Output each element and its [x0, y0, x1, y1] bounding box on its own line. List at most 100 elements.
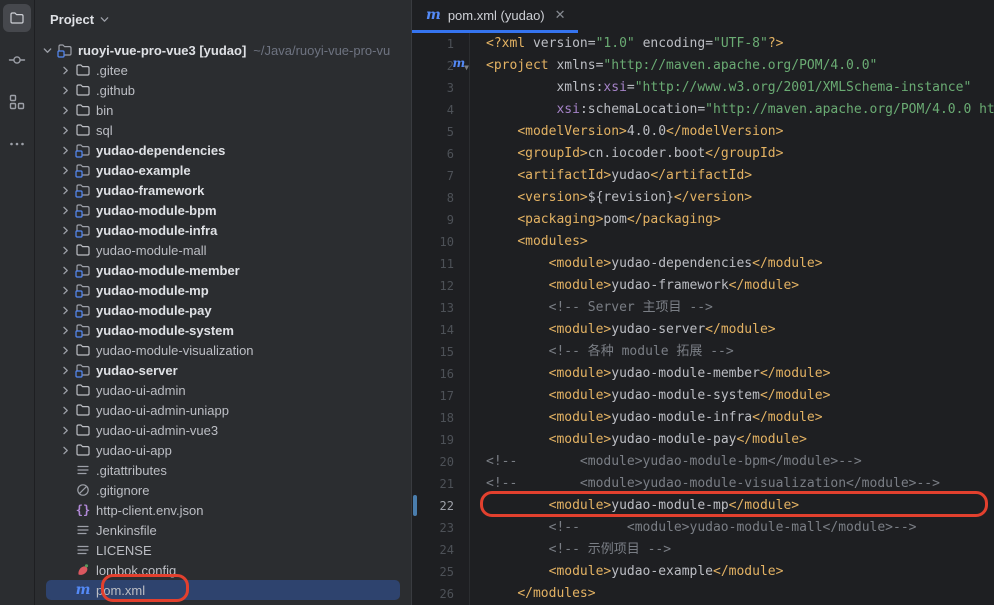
code-text[interactable]: <project xmlns="http://maven.apache.org/… — [470, 55, 877, 77]
line-number[interactable]: 24 — [412, 539, 470, 561]
close-icon[interactable]: ✕ — [555, 7, 566, 23]
line-number[interactable]: 1 — [412, 33, 470, 55]
tree-item-gitee[interactable]: .gitee — [35, 60, 411, 80]
line-number[interactable]: 2m▼ — [412, 55, 470, 77]
line-number[interactable]: 12 — [412, 275, 470, 297]
line-number[interactable]: 20 — [412, 451, 470, 473]
tree-item-jenkinsfile[interactable]: Jenkinsfile — [35, 520, 411, 540]
tree-item-license[interactable]: LICENSE — [35, 540, 411, 560]
line-number[interactable]: 9 — [412, 209, 470, 231]
tree-item-yudao-server[interactable]: yudao-server — [35, 360, 411, 380]
code-text[interactable]: <!-- 各种 module 拓展 --> — [470, 341, 734, 363]
code-text[interactable]: xsi:schemaLocation="http://maven.apache.… — [470, 99, 994, 121]
code-text[interactable]: <!-- Server 主项目 --> — [470, 297, 713, 319]
line-number[interactable]: 11 — [412, 253, 470, 275]
code-text[interactable]: <module>yudao-dependencies</module> — [470, 253, 823, 275]
tree-item-http-client-env-json[interactable]: {}http-client.env.json — [35, 500, 411, 520]
chevron-right-icon[interactable] — [57, 305, 74, 316]
tree-item-yudao-example[interactable]: yudao-example — [35, 160, 411, 180]
line-number[interactable]: 7 — [412, 165, 470, 187]
tree-item-yudao-ui-admin-uniapp[interactable]: yudao-ui-admin-uniapp — [35, 400, 411, 420]
code-text[interactable]: <module>yudao-module-mp</module> — [470, 495, 799, 517]
code-text[interactable]: <module>yudao-framework</module> — [470, 275, 799, 297]
tree-item-readme-md[interactable]: README.md — [35, 600, 411, 605]
rail-button-structure[interactable] — [3, 88, 31, 116]
code-text[interactable]: <module>yudao-module-system</module> — [470, 385, 830, 407]
line-number[interactable]: 13 — [412, 297, 470, 319]
chevron-right-icon[interactable] — [57, 105, 74, 116]
tree-item-yudao-module-member[interactable]: yudao-module-member — [35, 260, 411, 280]
code-text[interactable]: <version>${revision}</version> — [470, 187, 752, 209]
code-text[interactable]: <module>yudao-example</module> — [470, 561, 783, 583]
tree-item-ruoyi-vue-pro-vue3-yudao[interactable]: ruoyi-vue-pro-vue3 [yudao]~/Java/ruoyi-v… — [35, 40, 411, 60]
chevron-right-icon[interactable] — [57, 225, 74, 236]
chevron-right-icon[interactable] — [57, 365, 74, 376]
code-text[interactable]: xmlns:xsi="http://www.w3.org/2001/XMLSch… — [470, 77, 971, 99]
chevron-right-icon[interactable] — [57, 265, 74, 276]
chevron-right-icon[interactable] — [57, 425, 74, 436]
tree-item-yudao-module-visualization[interactable]: yudao-module-visualization — [35, 340, 411, 360]
tree-item-sql[interactable]: sql — [35, 120, 411, 140]
code-text[interactable]: <module>yudao-module-member</module> — [470, 363, 830, 385]
line-number[interactable]: 10 — [412, 231, 470, 253]
code-text[interactable]: <module>yudao-module-infra</module> — [470, 407, 823, 429]
code-text[interactable]: <module>yudao-server</module> — [470, 319, 776, 341]
line-number[interactable]: 16 — [412, 363, 470, 385]
project-panel-header[interactable]: Project — [35, 0, 411, 38]
chevron-down-icon[interactable] — [39, 45, 56, 56]
maven-goto-icon[interactable]: m▼ — [452, 57, 469, 72]
chevron-right-icon[interactable] — [57, 385, 74, 396]
chevron-right-icon[interactable] — [57, 245, 74, 256]
rail-button-commit[interactable] — [3, 46, 31, 74]
code-text[interactable]: <!-- <module>yudao-module-mall</module>-… — [470, 517, 916, 539]
code-text[interactable]: <module>yudao-module-pay</module> — [470, 429, 807, 451]
code-text[interactable]: <!-- <module>yudao-module-bpm</module>--… — [470, 451, 862, 473]
line-number[interactable]: 17 — [412, 385, 470, 407]
code-text[interactable]: <packaging>pom</packaging> — [470, 209, 721, 231]
line-number[interactable]: 25 — [412, 561, 470, 583]
rail-button-more[interactable] — [3, 130, 31, 158]
line-number[interactable]: 19 — [412, 429, 470, 451]
tree-item-pom-xml[interactable]: mpom.xml — [35, 580, 411, 600]
tree-item-yudao-ui-admin-vue3[interactable]: yudao-ui-admin-vue3 — [35, 420, 411, 440]
tab-pom-xml[interactable]: m pom.xml (yudao) ✕ — [412, 0, 578, 33]
chevron-right-icon[interactable] — [57, 85, 74, 96]
line-number[interactable]: 8 — [412, 187, 470, 209]
code-text[interactable]: <artifactId>yudao</artifactId> — [470, 165, 752, 187]
code-text[interactable]: <!-- <module>yudao-module-visualization<… — [470, 473, 940, 495]
tree-item-github[interactable]: .github — [35, 80, 411, 100]
chevron-right-icon[interactable] — [57, 165, 74, 176]
line-number[interactable]: 21 — [412, 473, 470, 495]
tree-item-yudao-dependencies[interactable]: yudao-dependencies — [35, 140, 411, 160]
line-number[interactable]: 14 — [412, 319, 470, 341]
line-number[interactable]: 22 — [412, 495, 470, 517]
tree-item-yudao-module-system[interactable]: yudao-module-system — [35, 320, 411, 340]
tree-item-gitignore[interactable]: .gitignore — [35, 480, 411, 500]
code-text[interactable]: <modules> — [470, 231, 588, 253]
tree-item-yudao-ui-admin[interactable]: yudao-ui-admin — [35, 380, 411, 400]
line-number[interactable]: 4 — [412, 99, 470, 121]
tree-item-yudao-module-mp[interactable]: yudao-module-mp — [35, 280, 411, 300]
tree-item-yudao-framework[interactable]: yudao-framework — [35, 180, 411, 200]
tree-item-gitattributes[interactable]: .gitattributes — [35, 460, 411, 480]
code-text[interactable]: <!-- 示例项目 --> — [470, 539, 671, 561]
code-text[interactable]: <modelVersion>4.0.0</modelVersion> — [470, 121, 783, 143]
chevron-right-icon[interactable] — [57, 125, 74, 136]
code-text[interactable]: <groupId>cn.iocoder.boot</groupId> — [470, 143, 783, 165]
tree-item-lombok-config[interactable]: lombok.config — [35, 560, 411, 580]
line-number[interactable]: 5 — [412, 121, 470, 143]
line-number[interactable]: 15 — [412, 341, 470, 363]
chevron-right-icon[interactable] — [57, 205, 74, 216]
chevron-right-icon[interactable] — [57, 145, 74, 156]
chevron-right-icon[interactable] — [57, 185, 74, 196]
line-number[interactable]: 26 — [412, 583, 470, 605]
tree-item-yudao-ui-app[interactable]: yudao-ui-app — [35, 440, 411, 460]
line-number[interactable]: 23 — [412, 517, 470, 539]
chevron-right-icon[interactable] — [57, 325, 74, 336]
chevron-right-icon[interactable] — [57, 405, 74, 416]
tree-item-bin[interactable]: bin — [35, 100, 411, 120]
rail-button-project[interactable] — [3, 4, 31, 32]
code-text[interactable]: </modules> — [470, 583, 596, 605]
code-text[interactable]: <?xml version="1.0" encoding="UTF-8"?> — [470, 33, 783, 55]
chevron-right-icon[interactable] — [57, 345, 74, 356]
